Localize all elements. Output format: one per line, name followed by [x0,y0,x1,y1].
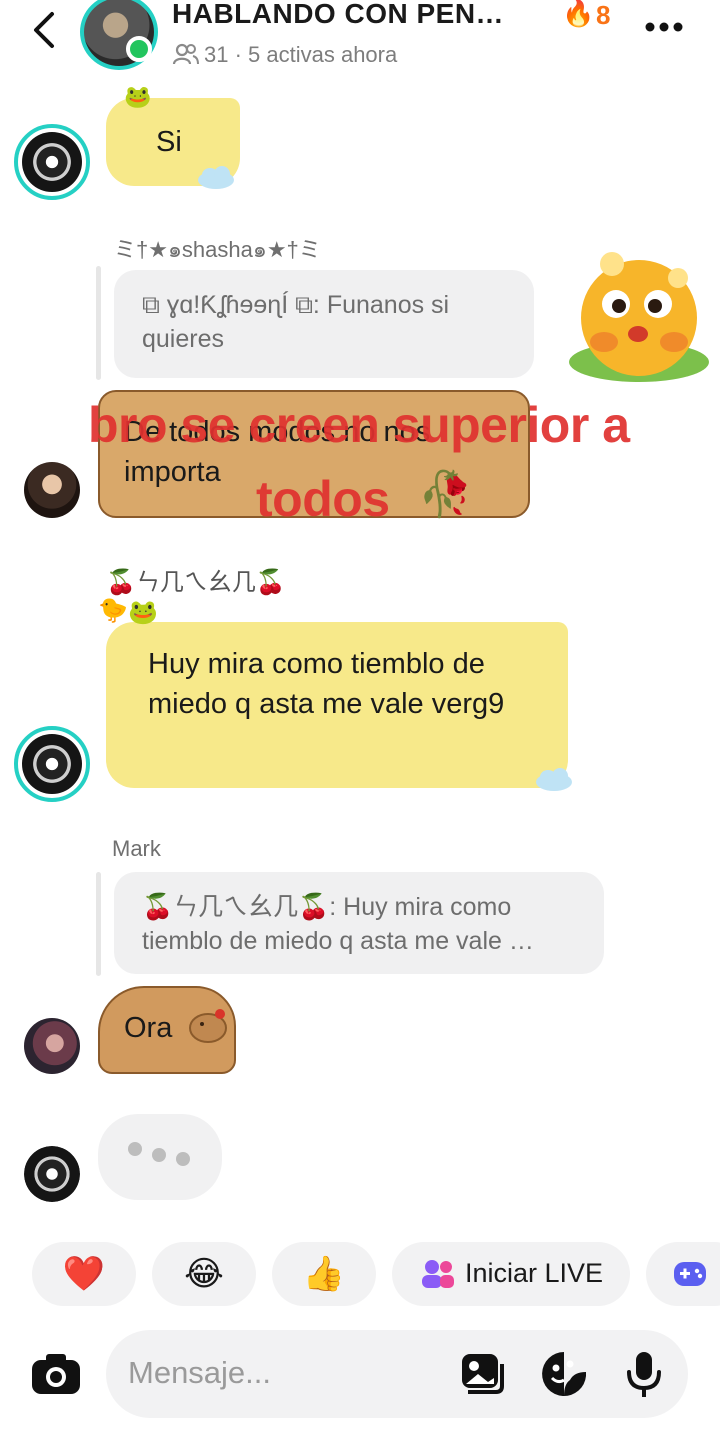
reply-preview[interactable]: 🍒ㄣ几ㄟ幺几🍒: Huy mira como tiemblo de miedo … [114,872,604,974]
fire-icon: 🔥 [562,0,595,28]
reaction-thumbs-up-button[interactable]: 👍 [272,1242,376,1306]
message-input[interactable]: Mensaje... [106,1330,688,1418]
games-button[interactable] [646,1242,720,1306]
cloud-icon [536,768,572,791]
sender-avatar[interactable] [14,726,90,802]
reaction-laugh-button[interactable]: 😂 [152,1242,256,1306]
gallery-icon[interactable] [458,1352,504,1398]
reaction-heart-button[interactable]: ❤️ [32,1242,136,1306]
overlay-caption-line2: todos [256,471,390,527]
chat-title[interactable]: HABLANDO CON PEN… [172,0,504,30]
camera-icon[interactable] [30,1352,82,1396]
people-icon [422,1260,454,1288]
message-placeholder: Mensaje... [128,1355,272,1390]
members-icon [172,43,199,65]
streak-count: 8 [596,0,611,30]
message-bubble[interactable]: Huy mira como tiemblo de miedo q asta me… [106,622,568,788]
wilted-rose-icon: 🥀 [418,470,473,519]
gamepad-icon [674,1262,706,1286]
duck-sticker-icon: 🐤 [98,597,128,624]
capybara-icon [189,1009,227,1043]
typing-indicator [98,1114,222,1200]
sender-avatar[interactable] [14,124,90,200]
online-indicator [126,36,152,62]
message-text: Huy mira como tiemblo de miedo q asta me… [148,648,505,720]
flower-character-sticker [566,244,712,386]
back-arrow-icon[interactable] [26,8,66,52]
chat-header: HABLANDO CON PEN… 🔥 8 31 · 5 activas aho… [0,0,720,88]
cloud-icon [198,166,234,189]
reply-bar [96,872,101,976]
message-bubble[interactable]: Ora [98,986,236,1074]
microphone-icon[interactable] [624,1350,664,1400]
sticker-icon[interactable] [540,1350,588,1398]
message-text: Ora [124,1012,173,1044]
member-status: 31 · 5 activas ahora [204,42,398,67]
sender-name: ミ†★๑shasha๑★†ミ [114,237,321,262]
overlay-caption: bro se creen superior a [88,397,630,453]
frog-sticker-icon: 🐸 [128,599,158,626]
message-text: Si [156,126,182,158]
frog-sticker-icon: 🐸 [124,84,152,109]
start-live-label: Iniciar LIVE [465,1258,604,1288]
sender-avatar[interactable] [24,462,80,518]
sender-avatar[interactable] [24,1018,80,1074]
more-icon[interactable] [644,20,684,34]
start-live-button[interactable]: Iniciar LIVE [392,1242,630,1306]
typing-user-avatar[interactable] [24,1146,80,1202]
sender-name: 🍒ㄣ几ㄟ幺几🍒 [106,569,286,596]
reply-preview[interactable]: ⧉ ɣɑ!ƘʆɦɘɘɳÍ ⧉: Funanos si quieres [114,270,534,378]
reply-bar [96,266,101,380]
sender-name: Mark [112,836,161,861]
